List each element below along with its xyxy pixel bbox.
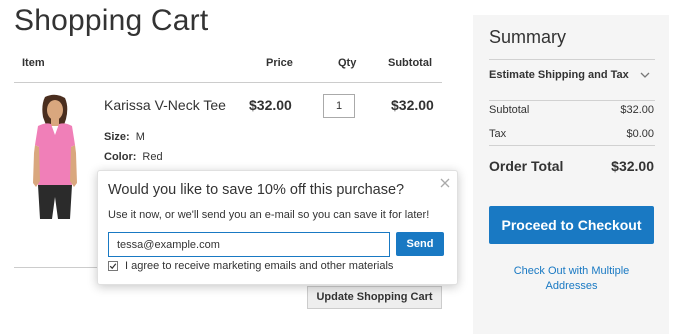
table-header-divider <box>14 82 442 83</box>
email-field[interactable] <box>108 232 390 257</box>
subtotal-value: $32.00 <box>620 104 654 116</box>
summary-divider <box>489 145 655 146</box>
order-total-label: Order Total <box>489 158 564 174</box>
option-size: Size: M <box>104 131 145 143</box>
multiple-addresses-link[interactable]: Check Out with Multiple Addresses <box>489 264 654 294</box>
page-title: Shopping Cart <box>14 4 209 37</box>
chevron-down-icon[interactable] <box>639 68 651 80</box>
consent-checkbox[interactable] <box>108 261 118 271</box>
send-button[interactable]: Send <box>396 232 444 256</box>
product-image[interactable] <box>20 93 90 225</box>
summary-panel: Summary Estimate Shipping and Tax Subtot… <box>473 15 669 334</box>
summary-divider <box>489 100 655 101</box>
update-cart-button[interactable]: Update Shopping Cart <box>307 286 442 309</box>
option-size-label: Size: <box>104 131 130 143</box>
product-name-link[interactable]: Karissa V-Neck Tee <box>104 97 226 113</box>
summary-title: Summary <box>489 27 567 47</box>
close-icon[interactable] <box>438 176 452 190</box>
item-subtotal: $32.00 <box>391 97 434 113</box>
popup-description: Use it now, or we'll send you an e-mail … <box>108 209 430 221</box>
order-total-value: $32.00 <box>611 158 654 174</box>
column-header-item: Item <box>22 57 45 69</box>
proceed-to-checkout-button[interactable]: Proceed to Checkout <box>489 206 654 244</box>
tax-value: $0.00 <box>626 128 654 140</box>
column-header-subtotal: Subtotal <box>388 57 432 69</box>
tax-label: Tax <box>489 128 507 140</box>
column-header-qty: Qty <box>338 57 357 69</box>
consent-label[interactable]: I agree to receive marketing emails and … <box>125 260 393 272</box>
popup-title: Would you like to save 10% off this purc… <box>108 182 405 198</box>
discount-popup: Would you like to save 10% off this purc… <box>97 170 458 285</box>
option-size-value: M <box>135 131 145 143</box>
option-color-label: Color: <box>104 151 137 163</box>
item-price: $32.00 <box>249 97 292 113</box>
estimate-shipping-toggle[interactable]: Estimate Shipping and Tax <box>489 69 629 81</box>
summary-divider <box>489 59 655 60</box>
quantity-input[interactable] <box>323 94 355 118</box>
option-color: Color: Red <box>104 151 163 163</box>
column-header-price: Price <box>266 57 293 69</box>
option-color-value: Red <box>142 151 163 163</box>
checkmark-icon <box>109 263 117 270</box>
subtotal-label: Subtotal <box>489 104 530 116</box>
